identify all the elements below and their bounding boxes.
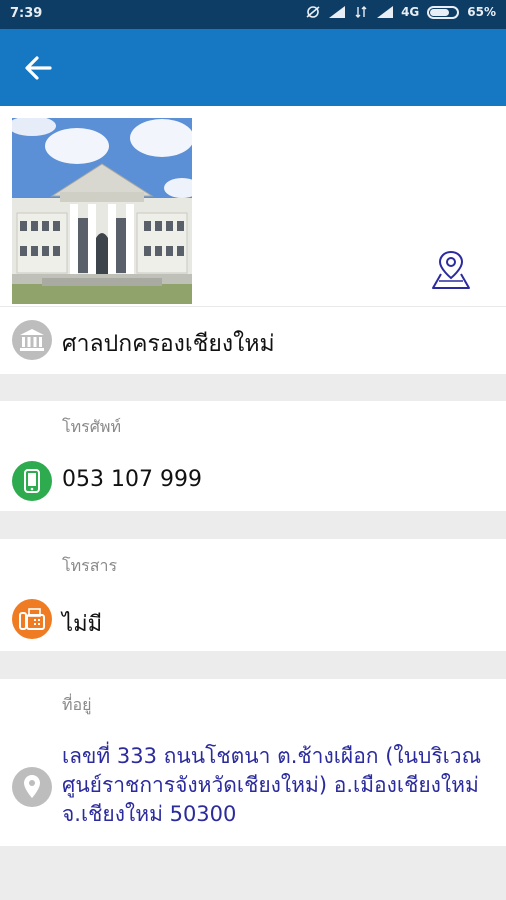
place-name: ศาลปกครองเชียงใหม่	[62, 331, 275, 357]
phone-label: โทรศัพท์	[62, 417, 121, 436]
signal-icon	[329, 6, 346, 18]
place-photo	[12, 118, 192, 304]
status-time: 7:39	[10, 6, 43, 21]
mute-icon	[306, 6, 320, 18]
phone-value[interactable]: 053 107 999	[62, 467, 202, 492]
battery-icon	[427, 5, 460, 19]
status-icons: 4G 65%	[305, 5, 496, 19]
address-value[interactable]: เลขที่ 333 ถนนโชตนา ต.ช้างเผือก (ในบริเว…	[62, 742, 482, 829]
court-building-icon	[12, 320, 52, 360]
fax-value: ไม่มี	[62, 612, 103, 637]
status-bar: 7:39 4G 65%	[0, 0, 506, 29]
phone-icon[interactable]	[12, 461, 52, 501]
signal-icon-2	[377, 6, 394, 18]
back-arrow-icon[interactable]	[22, 53, 54, 83]
map-pin-icon[interactable]	[429, 248, 473, 292]
data-transfer-icon	[355, 6, 367, 18]
network-type: 4G	[401, 5, 420, 19]
fax-icon	[12, 599, 52, 639]
fax-label: โทรสาร	[62, 556, 118, 575]
battery-percent: 65%	[467, 5, 496, 19]
location-pin-icon	[12, 767, 52, 807]
address-label: ที่อยู่	[62, 695, 92, 714]
court-building-image	[12, 118, 192, 304]
divider	[0, 306, 506, 307]
app-bar	[0, 29, 506, 106]
